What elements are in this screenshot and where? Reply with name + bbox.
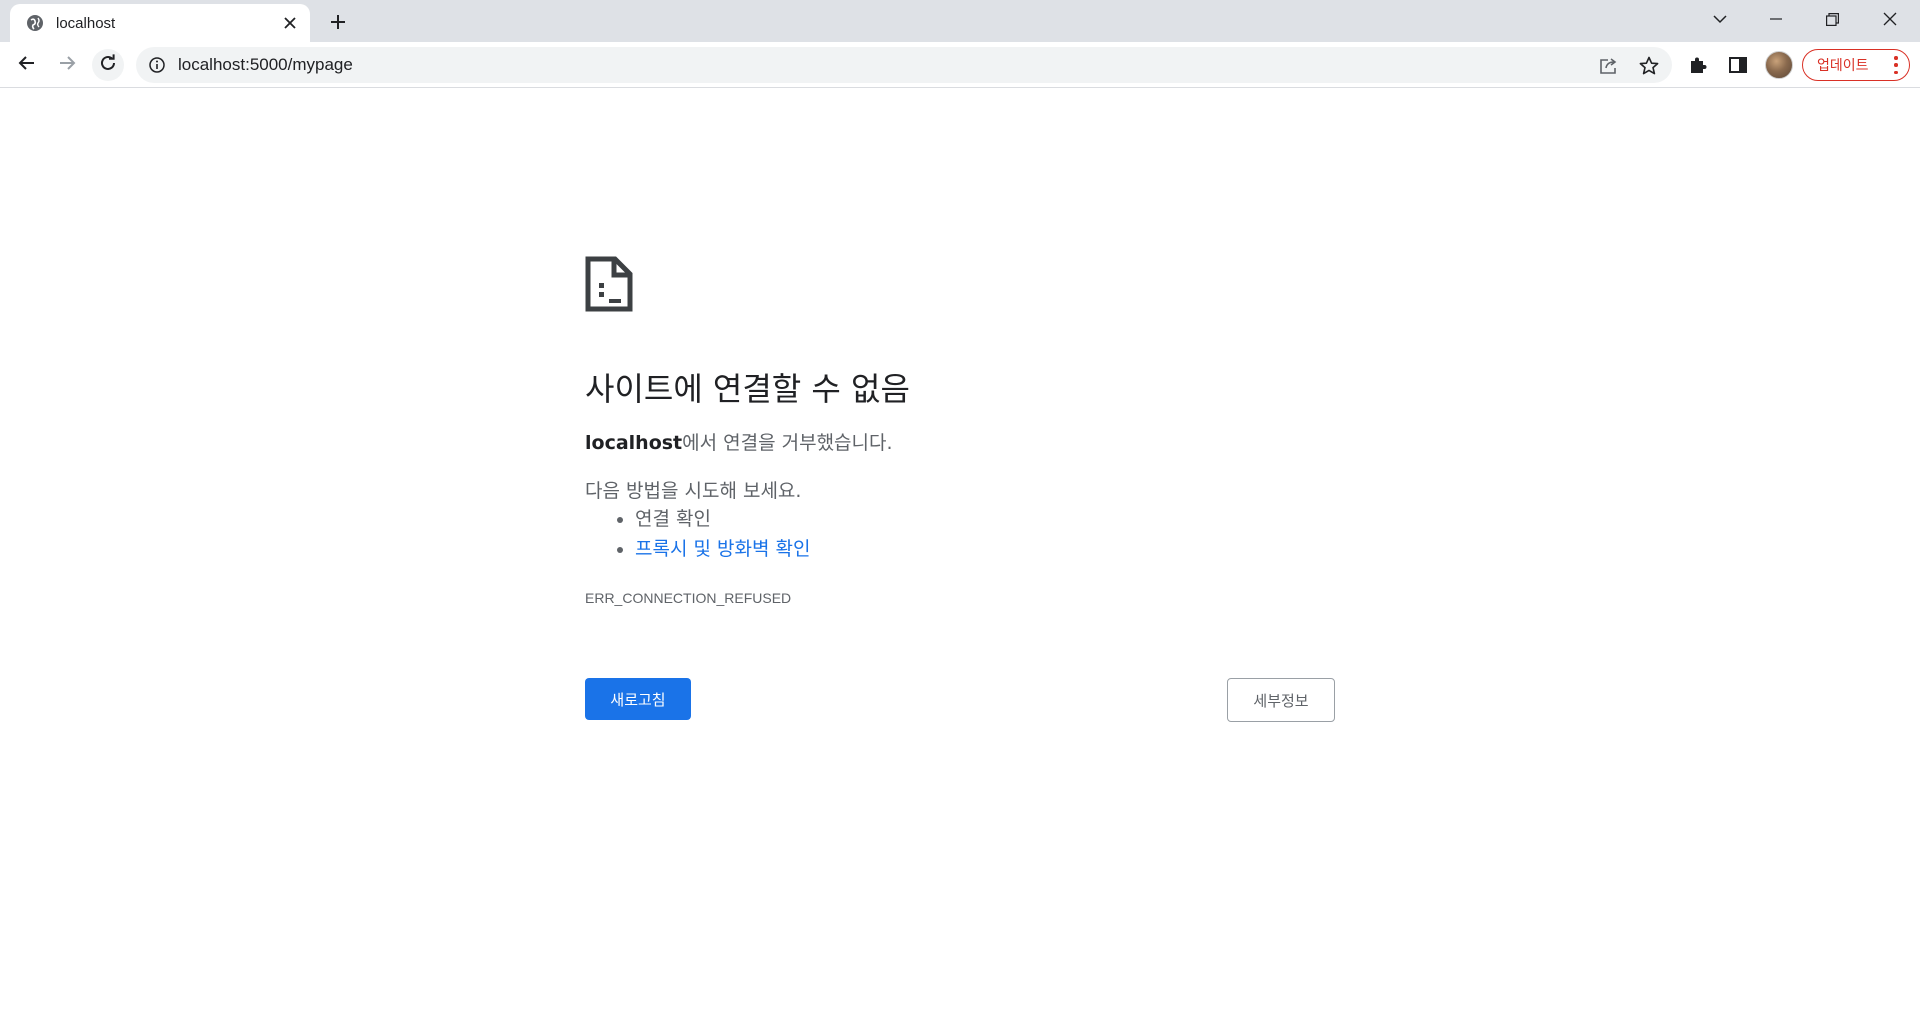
address-bar[interactable]: localhost:5000/mypage <box>136 47 1672 83</box>
restore-icon[interactable] <box>1806 0 1858 38</box>
sad-page-icon <box>585 256 633 312</box>
back-button[interactable] <box>11 49 43 81</box>
toolbar: localhost:5000/mypage 업데이트 <box>0 42 1920 88</box>
tab-search-chevron-icon[interactable] <box>1694 0 1746 38</box>
puzzle-icon[interactable] <box>1686 53 1710 77</box>
avatar[interactable] <box>1765 51 1793 79</box>
proxy-firewall-link[interactable]: 프록시 및 방화벽 확인 <box>635 538 810 560</box>
forward-arrow-icon <box>58 54 76 76</box>
url-text[interactable]: localhost:5000/mypage <box>178 55 353 75</box>
tab-localhost[interactable]: localhost <box>10 4 310 42</box>
info-icon[interactable] <box>148 56 166 74</box>
kebab-menu-icon <box>1893 56 1899 74</box>
error-host: localhost <box>585 432 683 454</box>
suggestions-heading: 다음 방법을 시도해 보세요. <box>585 480 802 502</box>
error-heading: 사이트에 연결할 수 없음 <box>585 370 910 408</box>
suggestions-list: 연결 확인 프록시 및 방화벽 확인 <box>585 504 810 564</box>
reload-icon <box>99 54 117 76</box>
side-panel-icon[interactable] <box>1726 53 1750 77</box>
reload-button[interactable] <box>92 49 124 81</box>
close-icon[interactable] <box>1864 0 1916 38</box>
suggestion-check-proxy-firewall[interactable]: 프록시 및 방화벽 확인 <box>635 534 810 564</box>
error-summary: localhost에서 연결을 거부했습니다. <box>585 428 893 455</box>
error-code: ERR_CONNECTION_REFUSED <box>585 590 792 606</box>
forward-button[interactable] <box>51 49 83 81</box>
close-icon[interactable] <box>280 13 300 33</box>
tab-strip: localhost <box>0 0 1920 42</box>
error-page: 사이트에 연결할 수 없음 localhost에서 연결을 거부했습니다. 다음… <box>585 88 1335 888</box>
plus-icon[interactable] <box>326 10 350 34</box>
star-icon[interactable] <box>1638 55 1660 77</box>
error-summary-text: 에서 연결을 거부했습니다. <box>682 432 893 454</box>
reload-page-button[interactable]: 새로고침 <box>585 678 691 720</box>
update-label: 업데이트 <box>1817 58 1869 74</box>
tab-title: localhost <box>56 14 116 32</box>
update-button[interactable]: 업데이트 <box>1802 49 1910 81</box>
back-arrow-icon <box>18 54 36 76</box>
share-icon[interactable] <box>1598 55 1620 77</box>
minimize-icon[interactable] <box>1750 0 1802 38</box>
globe-icon <box>26 14 44 32</box>
details-button[interactable]: 세부정보 <box>1227 678 1335 722</box>
suggestion-check-connection: 연결 확인 <box>635 504 810 534</box>
